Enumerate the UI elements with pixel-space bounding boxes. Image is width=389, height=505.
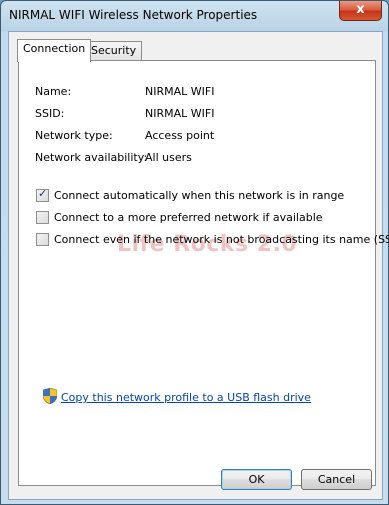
connect-preferred-label[interactable]: Connect to a more preferred network if a… xyxy=(54,211,323,224)
cancel-button[interactable]: Cancel xyxy=(301,469,372,490)
tab-connection-label: Connection xyxy=(23,42,86,55)
tab-security[interactable]: Security xyxy=(85,41,143,61)
properties-window: NIRMAL WIFI Wireless Network Properties … xyxy=(0,0,389,505)
connection-panel: Name: NIRMAL WIFI SSID: NIRMAL WIFI Netw… xyxy=(18,60,389,486)
ok-button-label: OK xyxy=(248,473,265,486)
copy-profile-usb-link[interactable]: Copy this network profile to a USB flash… xyxy=(61,391,311,404)
connect-hidden-label[interactable]: Connect even if the network is not broad… xyxy=(54,233,389,246)
close-button[interactable]: x xyxy=(339,1,382,21)
network-availability-value: All users xyxy=(145,151,192,164)
shield-icon xyxy=(43,388,57,404)
name-value: NIRMAL WIFI xyxy=(145,85,215,98)
close-icon: x xyxy=(356,2,365,17)
dialog-client: Connection Security Name: NIRMAL WIFI SS… xyxy=(8,31,389,500)
connect-automatically-checkbox[interactable]: ✓ xyxy=(36,187,49,202)
ok-button[interactable]: OK xyxy=(221,469,292,490)
name-label: Name: xyxy=(35,85,72,98)
network-availability-label: Network availability: xyxy=(35,151,148,164)
window-title: NIRMAL WIFI Wireless Network Properties xyxy=(9,8,258,22)
connect-automatically-label[interactable]: Connect automatically when this network … xyxy=(54,189,344,202)
connect-hidden-checkbox[interactable] xyxy=(36,233,49,246)
connect-preferred-checkbox[interactable] xyxy=(36,211,49,224)
cancel-button-label: Cancel xyxy=(317,473,356,486)
ssid-value: NIRMAL WIFI xyxy=(145,107,215,120)
checkmark-icon: ✓ xyxy=(38,187,48,200)
tab-connection[interactable]: Connection xyxy=(17,39,92,62)
ssid-label: SSID: xyxy=(35,107,65,120)
network-type-label: Network type: xyxy=(35,129,113,142)
network-type-value: Access point xyxy=(145,129,215,142)
title-bar[interactable]: NIRMAL WIFI Wireless Network Properties … xyxy=(1,1,388,31)
tab-security-label: Security xyxy=(91,44,137,57)
